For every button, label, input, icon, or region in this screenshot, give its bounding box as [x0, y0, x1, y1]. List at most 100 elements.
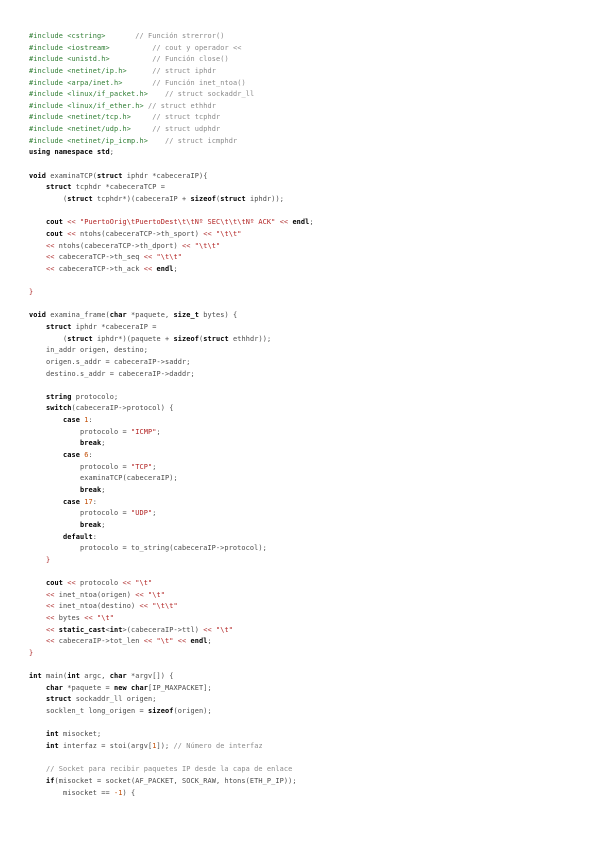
- punctuation-token: ;: [101, 520, 106, 529]
- code-token: examinaTCP(cabeceraIP);: [29, 474, 178, 483]
- code-token: *paquete =: [63, 683, 114, 692]
- code-token: main(: [41, 672, 68, 681]
- string-token: "\t": [156, 637, 174, 646]
- comment-token: // cout y operador <<: [152, 43, 242, 52]
- code-token: tcphdr*)(cabeceraIP +: [92, 194, 191, 203]
- punctuation-token: ;: [207, 637, 212, 646]
- punctuation-token: :: [88, 416, 93, 425]
- keyword-token: int: [109, 625, 123, 634]
- operator-token: <<: [67, 218, 76, 227]
- keyword-token: if: [46, 776, 55, 785]
- comment-token: // struct tcphdr: [152, 113, 221, 122]
- code-token: protocolo;: [71, 392, 119, 401]
- code-line: cout << protocolo << "\t": [29, 579, 152, 587]
- code-token: bytes: [54, 614, 85, 622]
- operator-token: <<: [143, 253, 153, 262]
- keyword-token: cout: [46, 579, 63, 588]
- code-line: break;: [29, 521, 105, 529]
- code-line: default:: [29, 533, 97, 541]
- code-token: tcphdr *cabeceraTCP =: [71, 183, 165, 192]
- keyword-token: size_t: [173, 311, 199, 320]
- code-line: }: [29, 288, 33, 296]
- code-token: inet_ntoa(origen): [54, 590, 136, 599]
- code-line: int main(int argc, char *argv[]) {: [29, 672, 173, 680]
- keyword-token: case: [63, 497, 80, 506]
- code-line: misocket == -1) {: [29, 789, 135, 797]
- operator-token: }: [46, 555, 51, 564]
- code-line: (struct tcphdr*)(cabeceraIP + sizeof(str…: [29, 195, 284, 203]
- code-line: // Socket para recibir paquetes IP desde…: [29, 765, 292, 773]
- operator-token: <<: [46, 590, 55, 599]
- keyword-token: std: [96, 148, 110, 157]
- code-line: int misocket;: [29, 730, 101, 738]
- string-token: "TCP": [130, 462, 153, 471]
- keyword-token: struct: [220, 194, 246, 203]
- code-line: << static_cast<int>(cabeceraIP->ttl) << …: [29, 626, 233, 634]
- code-token: (: [29, 194, 68, 203]
- code-line: << inet_ntoa(origen) << "\t": [29, 591, 165, 599]
- code-line: protocolo = "TCP";: [29, 463, 156, 471]
- keyword-token: switch: [46, 404, 72, 413]
- keyword-token: struct: [67, 194, 93, 203]
- keyword-token: break: [79, 439, 102, 448]
- keyword-token: int: [29, 672, 42, 681]
- comment-token: // Socket para recibir paquetes IP desde…: [46, 765, 293, 774]
- operator-token: }: [29, 288, 34, 297]
- comment-token: // struct iphdr: [152, 66, 216, 75]
- code-line: #include <linux/if_ether.h> // struct et…: [29, 102, 216, 110]
- code-token: inet_ntoa(destino): [54, 602, 140, 611]
- code-line: #include <cstring> // Función strerror(): [29, 32, 224, 40]
- code-token: examina_frame(: [46, 311, 110, 320]
- operator-token: <<: [122, 579, 131, 588]
- preprocessor-token: <netinet/ip.h>: [67, 66, 127, 75]
- preprocessor-token: <netinet/tcp.h>: [67, 113, 131, 122]
- operator-token: <<: [46, 602, 55, 611]
- keyword-token: char: [109, 311, 127, 320]
- preprocessor-token: #include: [29, 78, 68, 87]
- preprocessor-token: #include: [29, 125, 68, 134]
- keyword-token: default: [63, 532, 93, 541]
- operator-token: <<: [139, 602, 148, 611]
- keyword-token: char: [130, 683, 148, 692]
- keyword-token: struct: [46, 323, 72, 331]
- code-line: int interfaz = stoi(argv[1]); // Número …: [29, 742, 263, 750]
- string-token: "\t": [215, 625, 233, 634]
- string-token: "PuertoOrig\tPuertoDest\t\tNº SEC\t\t\tN…: [80, 218, 276, 227]
- preprocessor-token: #include: [29, 32, 68, 40]
- code-line: char *paquete = new char[IP_MAXPACKET];: [29, 684, 212, 692]
- operator-token: <<: [135, 590, 144, 599]
- code-line: void examinaTCP(struct iphdr *cabeceraIP…: [29, 172, 207, 180]
- punctuation-token: ;: [109, 148, 114, 157]
- code-line: << ntohs(cabeceraTCP->th_dport) << "\t\t…: [29, 242, 220, 250]
- number-token: 17: [84, 497, 93, 506]
- comment-token: // struct udphdr: [152, 125, 221, 134]
- string-token: "\t\t": [156, 253, 182, 262]
- comment-token: // Función strerror(): [135, 32, 225, 40]
- string-token: "\t\t": [152, 602, 178, 611]
- code-token: *paquete,: [126, 311, 174, 320]
- keyword-token: void: [29, 171, 46, 180]
- preprocessor-token: #include: [29, 113, 68, 122]
- code-line: protocolo = "ICMP";: [29, 428, 161, 436]
- operator-token: <<: [279, 218, 289, 227]
- code-line: destino.s_addr = cabeceraIP->daddr;: [29, 370, 195, 378]
- code-line: #include <netinet/tcp.h> // struct tcphd…: [29, 113, 220, 121]
- code-token: misocket;: [58, 730, 102, 739]
- code-token: (: [29, 334, 68, 343]
- punctuation-token: :: [92, 497, 97, 506]
- code-line: string protocolo;: [29, 393, 118, 401]
- keyword-token: char: [109, 672, 127, 681]
- keyword-token: case: [63, 451, 80, 460]
- code-token: protocolo =: [29, 462, 131, 471]
- code-token: in_addr origen, destino;: [29, 346, 148, 355]
